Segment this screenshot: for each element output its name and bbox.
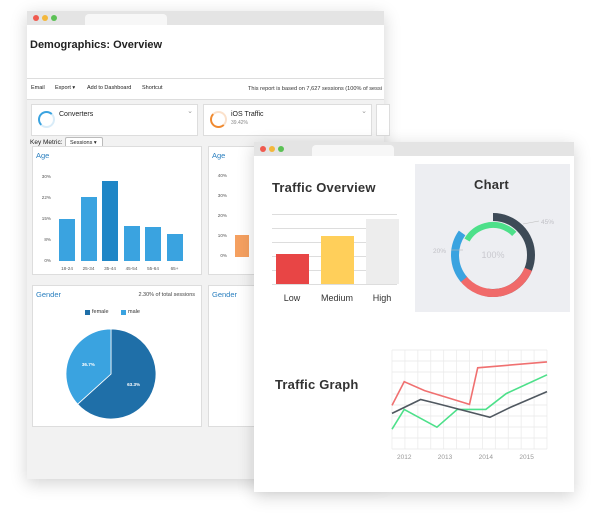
traffic-overview-panel: Traffic Overview Low Medium High [258, 160, 414, 314]
gender-pie-chart: 63.3% 36.7% [65, 328, 157, 420]
card-title: Age [212, 151, 226, 160]
close-dot[interactable] [33, 15, 39, 21]
traffic-graph-panel: Traffic Graph 2012 2013 2014 2015 [258, 318, 570, 488]
browser-tab[interactable] [312, 145, 394, 156]
traffic-line-chart: 2012 2013 2014 2015 [391, 349, 548, 461]
export-button[interactable]: Export ▾ [55, 85, 75, 91]
page-header [27, 25, 384, 78]
shortcut-button[interactable]: Shortcut [142, 85, 162, 91]
pie-slice-label: 36.7% [82, 362, 95, 367]
traffic-category-label: Low [283, 293, 301, 303]
dashboard-window: Traffic Overview Low Medium High Chart 100… [254, 142, 574, 492]
gender-card: Gender 2.30% of total sessions female ma… [32, 285, 202, 427]
y-tick: 10% [217, 233, 227, 238]
pie-slice-label: 63.3% [127, 382, 140, 387]
traffic-bar-high [366, 219, 399, 284]
y-tick: 8% [44, 237, 51, 242]
x-tick: 65+ [170, 266, 179, 271]
report-toolbar: Email Export ▾ Add to Dashboard Shortcut… [27, 78, 384, 100]
y-tick: 15% [41, 216, 51, 221]
y-tick: 0% [220, 253, 227, 258]
minimize-dot[interactable] [42, 15, 48, 21]
year-tick: 2014 [479, 454, 494, 461]
donut-chart: 100% 45% 20% [433, 213, 554, 297]
ios-traffic-ring-icon [210, 111, 227, 128]
traffic-overview-title: Traffic Overview [272, 180, 376, 195]
age-bar-18-24 [59, 219, 75, 261]
tile-value: 39.42% [231, 120, 248, 126]
y-tick: 20% [217, 213, 227, 218]
grid-line [272, 284, 397, 285]
year-tick: 2013 [438, 454, 453, 461]
window-titlebar [254, 142, 574, 156]
minimize-dot[interactable] [269, 146, 275, 152]
y-tick: 0% [44, 258, 51, 263]
card-title: Gender [212, 290, 238, 299]
key-metric-label: Key Metric: [30, 139, 63, 146]
age-bar-partial [235, 235, 249, 257]
converters-ring-icon [38, 111, 55, 128]
tile-partial [376, 104, 390, 136]
leader-line-right [522, 220, 540, 225]
tile-name: Converters [59, 111, 94, 118]
donut-left-label: 20% [433, 248, 446, 255]
close-dot[interactable] [260, 146, 266, 152]
y-tick: 40% [217, 173, 227, 178]
maximize-dot[interactable] [278, 146, 284, 152]
age-bar-55-64 [145, 227, 161, 261]
age-card: Age 30% 22% 15% 8% 0% 18-24 25-34 35-44 45-54 55-… [32, 146, 202, 275]
ios-traffic-tile[interactable]: iOS Traffic 39.42% ⌄ [203, 104, 372, 136]
traffic-bar-medium [321, 236, 354, 284]
donut-center-label: 100% [481, 250, 504, 260]
year-tick: 2012 [397, 454, 412, 461]
report-info: This report is based on 7,627 sessions (… [247, 86, 382, 92]
age-bar-45-54 [123, 226, 140, 261]
traffic-bar-low [276, 254, 309, 284]
age-bar-35-44 [102, 181, 118, 261]
add-to-dashboard-button[interactable]: Add to Dashboard [87, 85, 131, 91]
grid-line [272, 214, 397, 215]
chart-panel: Chart 100% 45% 20% [415, 164, 570, 312]
page-title: Demographics: Overview [30, 39, 163, 51]
age-bar-65+ [166, 234, 183, 261]
y-tick: 22% [41, 195, 51, 200]
donut-right-label: 45% [541, 219, 554, 226]
year-tick: 2015 [519, 454, 534, 461]
card-title: Age [36, 151, 50, 160]
traffic-category-label: High [372, 293, 392, 303]
y-tick: 30% [217, 193, 227, 198]
window-titlebar [27, 11, 384, 25]
age-bar-25-34 [80, 196, 97, 261]
chevron-down-icon[interactable]: ⌄ [187, 107, 193, 115]
traffic-category-label: Medium [320, 293, 353, 303]
y-tick: 30% [41, 174, 51, 179]
browser-tab[interactable] [85, 14, 167, 25]
email-button[interactable]: Email [31, 85, 45, 91]
maximize-dot[interactable] [51, 15, 57, 21]
tile-name: iOS Traffic [231, 111, 264, 118]
chevron-down-icon[interactable]: ⌄ [361, 107, 367, 115]
converters-tile[interactable]: Converters ⌄ [31, 104, 198, 136]
